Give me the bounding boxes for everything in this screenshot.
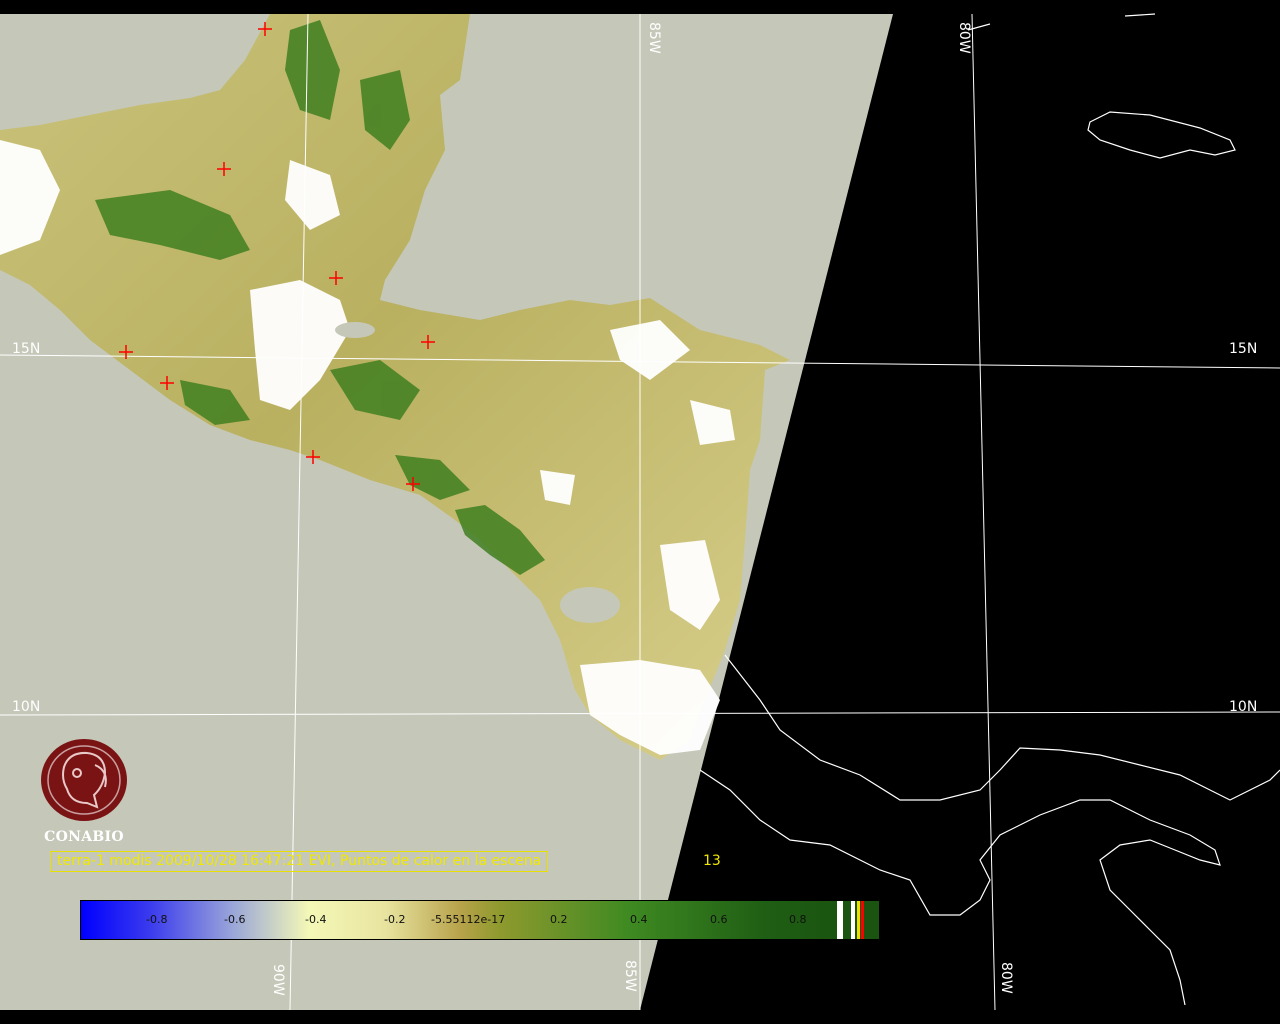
evi-colorbar: -0.8 -0.6 -0.4 -0.2 -5.55112e-17 0.2 0.4…	[80, 900, 880, 940]
lon-label-bottom-90w: 90W	[270, 964, 286, 996]
lat-label-left-10n: 10N	[12, 699, 41, 715]
lat-label-right-10n: 10N	[1229, 699, 1258, 715]
colorbar-tick: 0.4	[630, 913, 648, 926]
colorbar-tick: -0.4	[305, 913, 327, 926]
colorbar-cloud-swatch	[851, 901, 855, 939]
macaw-emblem-icon	[41, 739, 127, 821]
colorbar-tick: -0.8	[146, 913, 168, 926]
colorbar-nodata-swatch	[837, 901, 843, 939]
colorbar-tick: -5.55112e-17	[431, 913, 506, 926]
conabio-logo: CONABIO	[36, 737, 132, 845]
lat-label-right-15n: 15N	[1229, 341, 1258, 357]
colorbar-tick: -0.2	[384, 913, 406, 926]
colorbar-hotspot-swatch	[861, 901, 864, 939]
colorbar-tick: 0.2	[550, 913, 568, 926]
colorbar-caption-swatch	[857, 901, 860, 939]
colorbar-tick: 0.6	[710, 913, 728, 926]
lat-label-left-15n: 15N	[12, 341, 41, 357]
logo-name: CONABIO	[44, 829, 124, 845]
lon-label-bottom-85w: 85W	[622, 960, 638, 992]
lon-label-bottom-80w: 80W	[998, 962, 1014, 994]
scene-caption: terra-1 modis 2009/10/28 16:47:21 EVI, P…	[50, 851, 549, 872]
hotspot-count: 13	[703, 853, 721, 869]
colorbar-tick: -0.6	[224, 913, 246, 926]
lon-label-top-80w: 80W	[956, 22, 972, 54]
colorbar-tick: 0.8	[789, 913, 807, 926]
lon-label-top-85w: 85W	[646, 22, 662, 54]
